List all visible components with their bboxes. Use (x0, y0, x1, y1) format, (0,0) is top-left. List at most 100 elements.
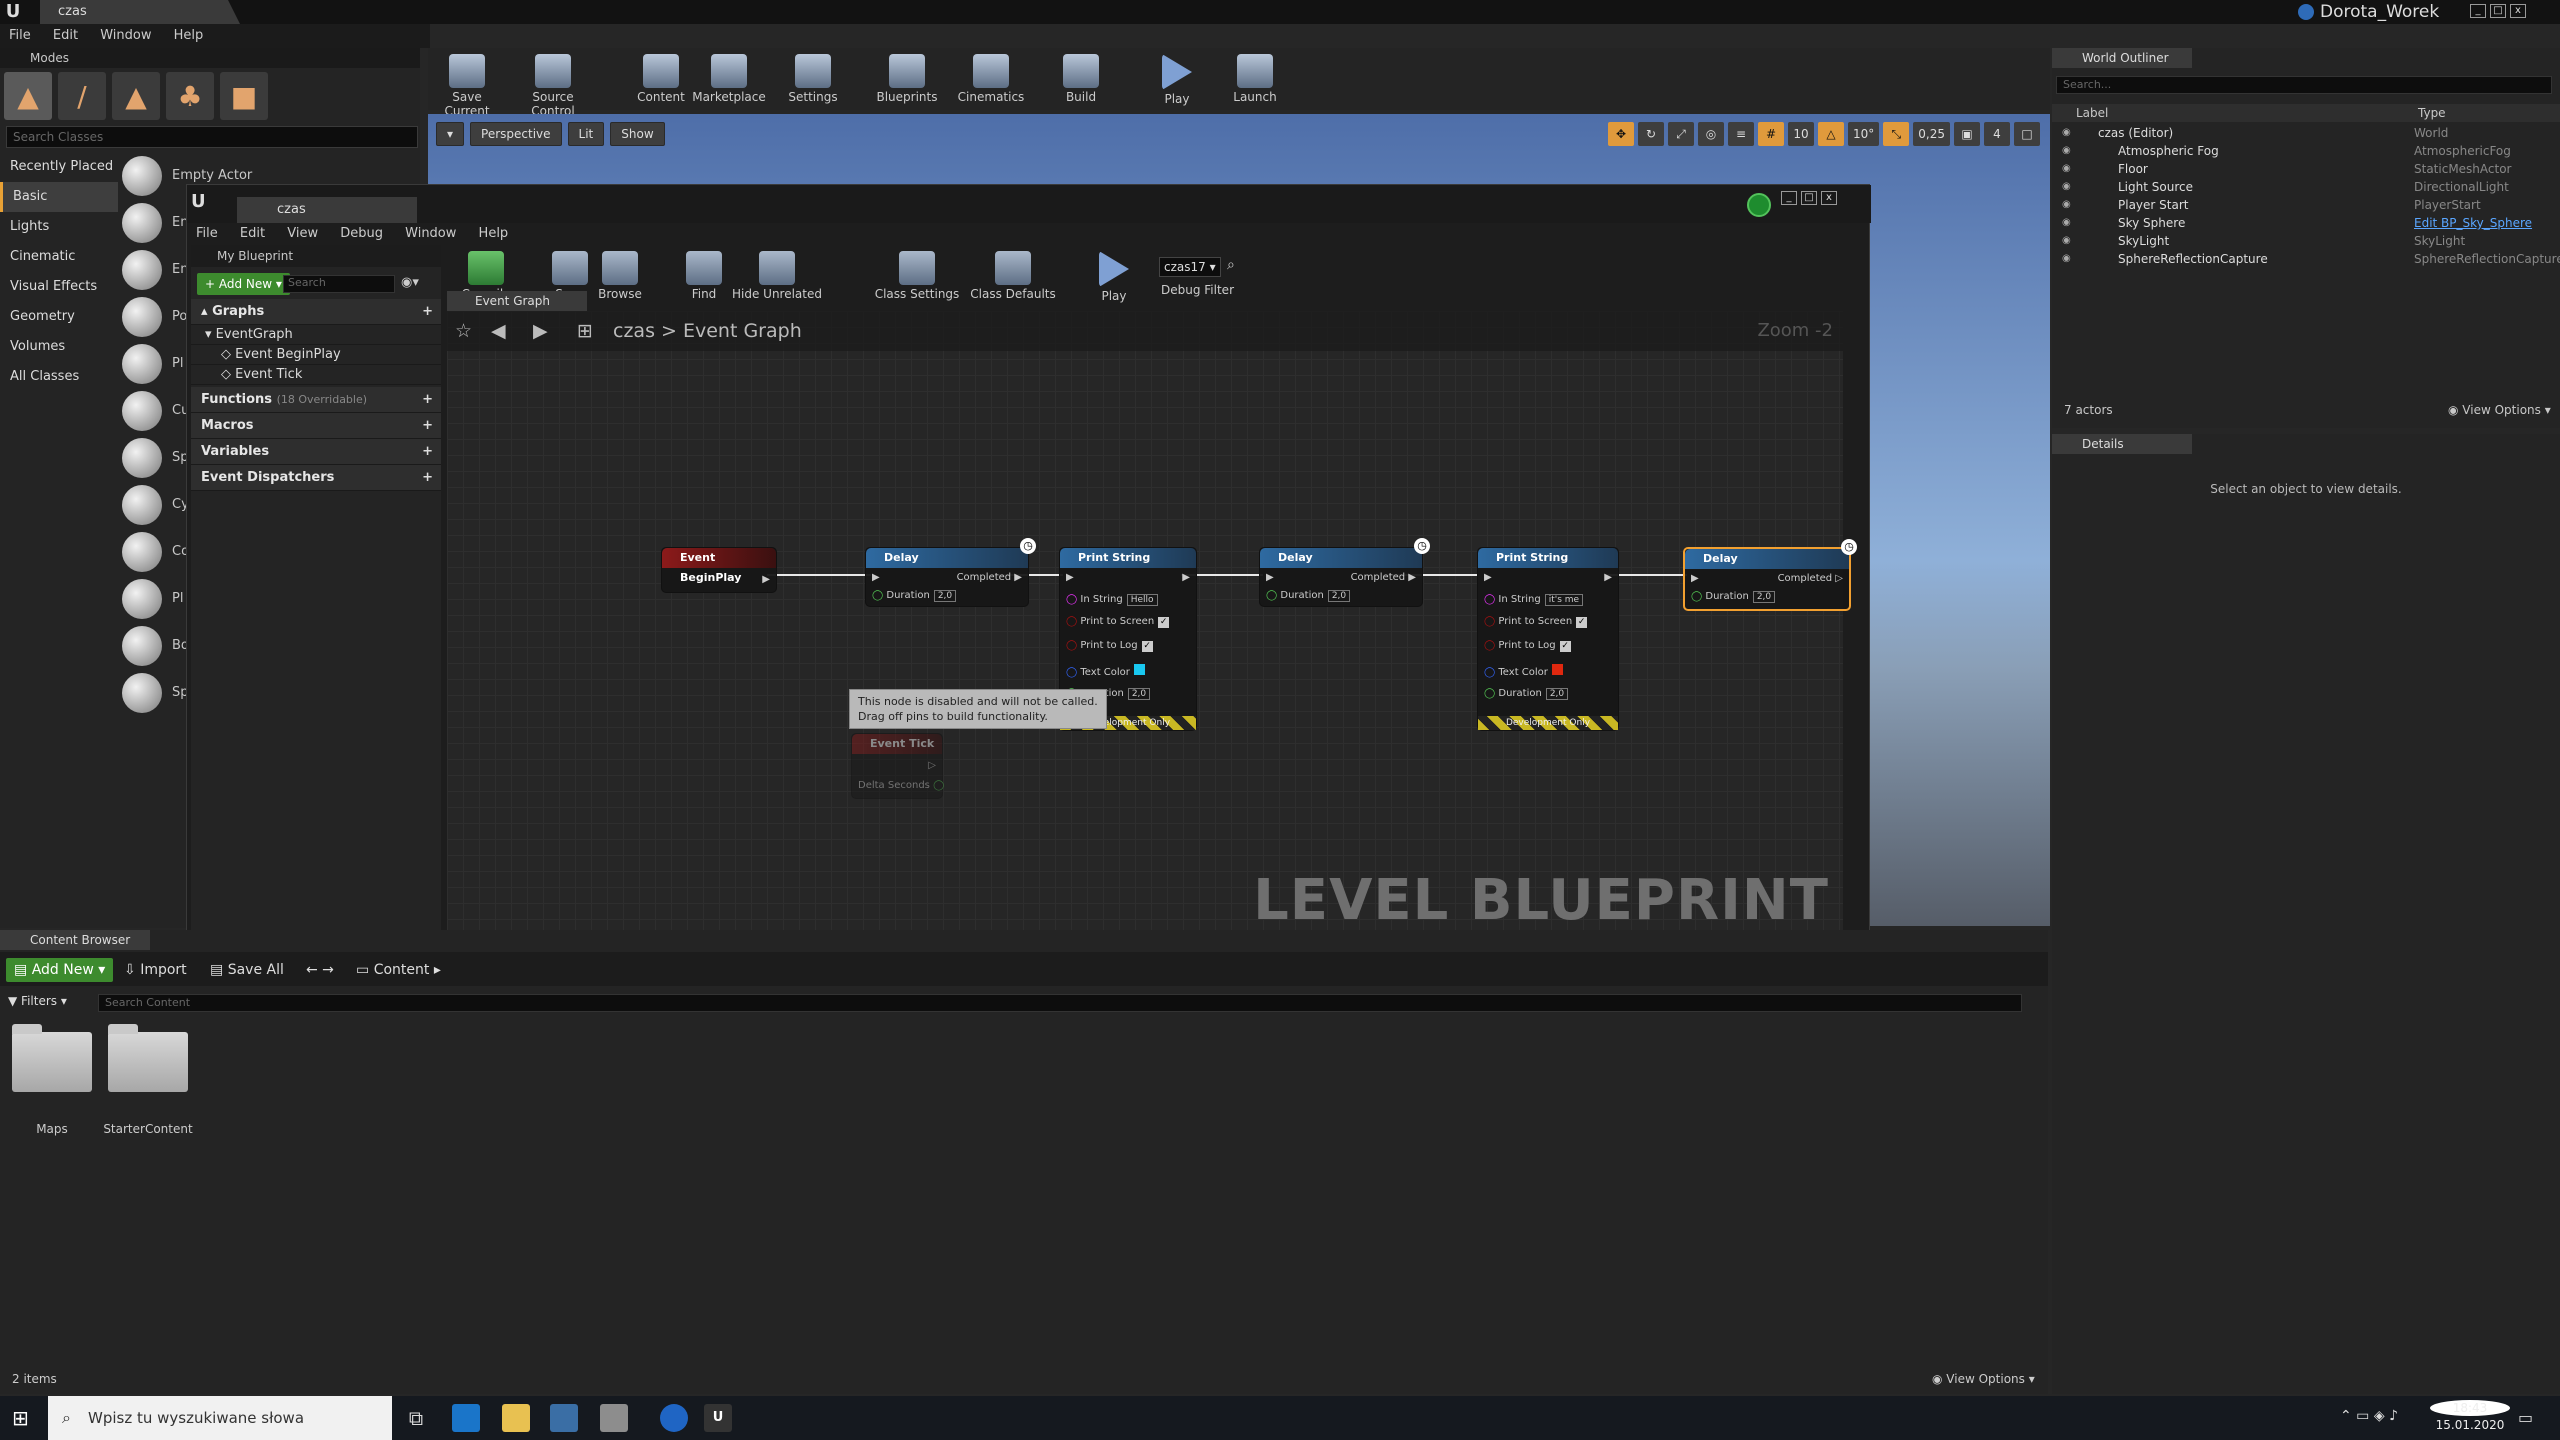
duration-pin[interactable]: ◯ Duration2,0 (872, 590, 957, 602)
menu-edit[interactable]: Edit (44, 24, 87, 48)
content-button[interactable]: Content (622, 48, 700, 110)
in-string-value[interactable]: Hello (1126, 594, 1158, 606)
menu-file[interactable]: File (0, 24, 40, 48)
level-tab[interactable]: czas (40, 0, 240, 24)
blueprints-button[interactable]: Blueprints (868, 48, 946, 110)
filters-button[interactable]: ▼ Filters ▾ (8, 994, 67, 1008)
build-button[interactable]: Build (1042, 48, 1120, 110)
delay-node-2[interactable]: ◷ Delay ▶ Completed ▶ ◯ Duration 2,0 (1259, 538, 1430, 607)
duration-value[interactable]: 2,0 (1752, 591, 1776, 603)
completed-pin[interactable]: Completed ▷ (1778, 573, 1843, 584)
checkbox[interactable]: ✓ (1559, 641, 1571, 652)
paint-mode-icon[interactable]: / (58, 72, 106, 120)
category-visual-effects[interactable]: Visual Effects (0, 272, 118, 302)
taskbar-clock[interactable]: 18:43 15.01.2020 (2430, 1400, 2510, 1432)
eye-icon[interactable]: ◉▾ (401, 275, 419, 290)
task-view-icon[interactable]: ⧉ (402, 1404, 430, 1432)
world-outliner-tab[interactable]: World Outliner (2052, 48, 2192, 68)
play-button[interactable]: Play (1138, 48, 1216, 110)
event-graph-canvas[interactable]: Event Graph ☆ ◀ ▶ ⊞ czas > Event Graph Z… (447, 291, 1857, 945)
bp-play-button[interactable]: Play (1075, 245, 1153, 307)
exec-in-pin[interactable]: ▶ (1066, 572, 1074, 583)
category-basic[interactable]: Basic (0, 182, 118, 212)
camera-speed-icon[interactable]: ▣ (1954, 122, 1980, 146)
bp-menu-view[interactable]: View (278, 223, 327, 245)
content-path[interactable]: ▭ Content ▸ (356, 958, 441, 982)
outliner-row[interactable]: ◉ Light Source DirectionalLight (2052, 178, 2560, 196)
variables-section[interactable]: Variables + (191, 439, 441, 465)
outliner-row[interactable]: ◉ SkyLight SkyLight (2052, 232, 2560, 250)
scale-snap-icon[interactable]: ⤡ (1883, 122, 1910, 146)
landscape-mode-icon[interactable]: ▲ (112, 72, 160, 120)
event-begin-play-item[interactable]: ◇ Event BeginPlay (191, 345, 441, 365)
completed-pin[interactable]: Completed ▶ (957, 572, 1022, 583)
delay-node-1[interactable]: ◷ Delay ▶ Completed ▶ ◯ Duration 2,0 (865, 538, 1036, 607)
category-all-classes[interactable]: All Classes (0, 362, 118, 392)
category-lights[interactable]: Lights (0, 212, 118, 242)
outliner-row[interactable]: ◉ czas (Editor) World (2052, 124, 2560, 142)
grid-snap-icon[interactable]: # (1758, 122, 1784, 146)
text-color-pin[interactable]: ◯ Text Color (1484, 664, 1563, 678)
exec-in-pin[interactable]: ▶ (872, 572, 880, 583)
starter-content-folder-icon[interactable] (108, 1024, 188, 1092)
lit-button[interactable]: Lit (567, 122, 605, 146)
exec-out-pin[interactable]: ▷ (928, 760, 936, 771)
search-classes-input[interactable]: Search Classes (6, 126, 418, 148)
import-button[interactable]: ⇩ Import (124, 958, 187, 982)
outliner-row[interactable]: ◉ Atmospheric Fog AtmosphericFog (2052, 142, 2560, 160)
marketplace-button[interactable]: Marketplace (690, 48, 768, 110)
outliner-row[interactable]: ◉ SphereReflectionCapture SphereReflection… (2052, 250, 2560, 268)
text-color-pin[interactable]: ◯ Text Color (1066, 664, 1145, 678)
rotate-icon[interactable]: ↻ (1638, 122, 1664, 146)
rotation-snap-icon[interactable]: △ (1818, 122, 1844, 146)
duration-value[interactable]: 2,0 (1327, 590, 1351, 602)
bp-menu-help[interactable]: Help (470, 223, 518, 245)
details-tab[interactable]: Details (2052, 434, 2192, 454)
functions-section[interactable]: Functions (18 Overridable) + (191, 387, 441, 413)
content-browser-tab[interactable]: Content Browser (0, 930, 150, 950)
duration-value[interactable]: 2,0 (1545, 688, 1569, 700)
event-graph-item[interactable]: ▾ EventGraph (191, 325, 441, 345)
print-string-node-2[interactable]: Print String ▶ ▶ ◯ In String it's me ◯ Pr… (1477, 547, 1619, 731)
print-to-screen-pin[interactable]: ◯ Print to Screen ✓ (1066, 616, 1170, 628)
rotation-snap-value[interactable]: 10° (1848, 122, 1880, 146)
text-color-swatch[interactable] (1551, 664, 1563, 675)
eye-icon[interactable]: ◉ (2062, 178, 2071, 196)
start-icon[interactable]: ⊞ (12, 1406, 29, 1430)
delay-node-3[interactable]: ◷ Delay ▶ Completed ▷ ◯ Duration 2,0 (1683, 539, 1857, 611)
category-geometry[interactable]: Geometry (0, 302, 118, 332)
scale-snap-value[interactable]: 0,25 (1913, 122, 1950, 146)
minimize-icon[interactable]: _ (2470, 4, 2486, 18)
place-mode-icon[interactable]: ▲ (4, 72, 52, 120)
bp-menu-debug[interactable]: Debug (331, 223, 392, 245)
duration-pin[interactable]: ◯ Duration2,0 (1484, 688, 1569, 700)
macros-section[interactable]: Macros + (191, 413, 441, 439)
outliner-row[interactable]: ◉ Sky Sphere Edit BP_Sky_Sphere (2052, 214, 2560, 232)
exec-out-pin[interactable]: ▶ (1182, 572, 1190, 583)
exec-out-pin[interactable]: ▶ (1604, 572, 1612, 583)
completed-pin[interactable]: Completed ▶ (1351, 572, 1416, 583)
world-local-icon[interactable]: ◎ (1698, 122, 1724, 146)
bp-search-input[interactable]: Search (283, 275, 395, 293)
checkbox[interactable]: ✓ (1158, 617, 1170, 628)
maximize-viewport-icon[interactable]: □ (2014, 122, 2040, 146)
settings-button[interactable]: Settings (774, 48, 852, 110)
eye-icon[interactable]: ◉ (2062, 142, 2071, 160)
bp-add-new-button[interactable]: + Add New ▾ (197, 273, 290, 295)
grid-snap-value[interactable]: 10 (1788, 122, 1814, 146)
event-tick-item[interactable]: ◇ Event Tick (191, 365, 441, 385)
graphs-section[interactable]: ▴ Graphs + (191, 299, 441, 325)
search-content-input[interactable]: Search Content (98, 994, 2022, 1012)
add-variable-icon[interactable]: + (422, 439, 433, 465)
add-graph-icon[interactable]: + (422, 299, 433, 325)
duration-pin[interactable]: ◯ Duration2,0 (1691, 591, 1776, 603)
hide-unrelated-button[interactable]: Hide Unrelated (727, 245, 827, 307)
maps-app-icon[interactable] (660, 1404, 688, 1432)
perspective-button[interactable]: Perspective (470, 122, 562, 146)
translate-icon[interactable]: ✥ (1608, 122, 1634, 146)
print-to-screen-pin[interactable]: ◯ Print to Screen ✓ (1484, 616, 1588, 628)
bp-menu-window[interactable]: Window (396, 223, 465, 245)
scale-icon[interactable]: ⤢ (1668, 122, 1694, 146)
exec-out-pin[interactable]: ▶ (762, 574, 770, 585)
store-icon[interactable] (550, 1404, 578, 1432)
